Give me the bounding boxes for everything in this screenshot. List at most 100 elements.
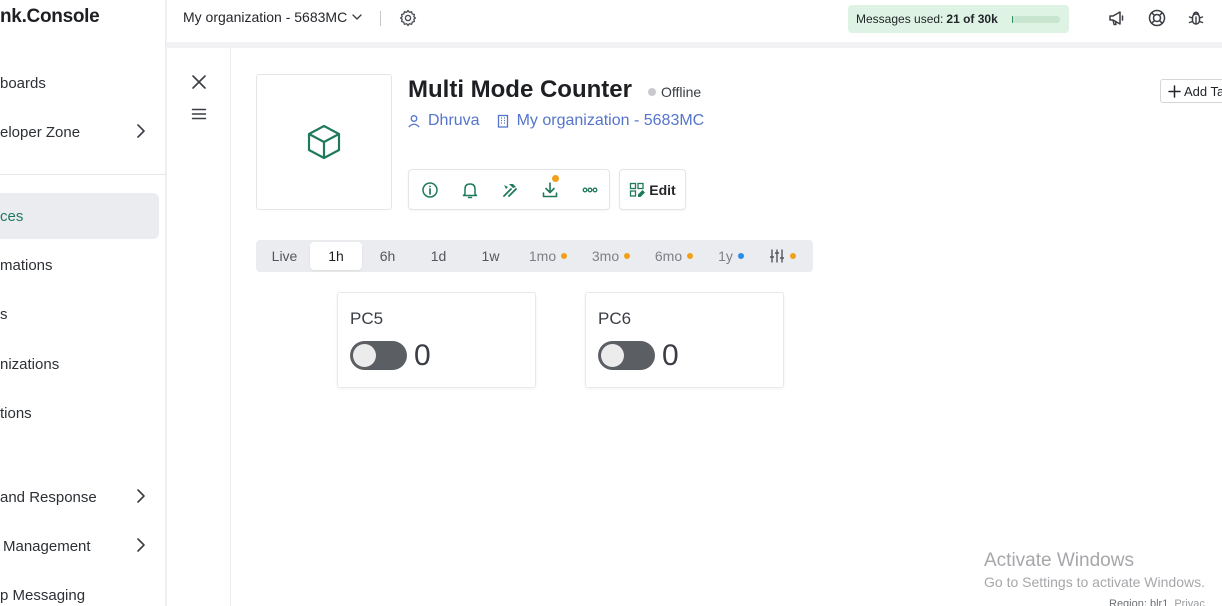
chevron-down-icon <box>352 14 362 20</box>
widget-pc6: PC6 0 <box>585 292 784 388</box>
device-status: Offline <box>648 84 701 100</box>
status-dot <box>648 88 656 96</box>
cube-icon <box>307 124 341 160</box>
lifebuoy-icon[interactable] <box>1147 8 1167 28</box>
widget-title: PC5 <box>350 309 384 328</box>
add-tag-button[interactable]: Add Ta <box>1160 79 1222 103</box>
tab-custom-range[interactable] <box>762 242 802 270</box>
widget-title: PC6 <box>598 309 632 328</box>
tab-label: 1h <box>328 248 344 264</box>
plus-icon <box>1168 84 1181 98</box>
messages-progress-bar <box>1012 16 1060 23</box>
sidebar-item-users[interactable]: s <box>0 291 159 337</box>
device-owner-link[interactable]: Dhruva <box>407 112 480 130</box>
tools-icon[interactable] <box>500 180 520 200</box>
tab-1d[interactable]: 1d <box>416 242 461 270</box>
gear-icon[interactable] <box>398 8 418 28</box>
sidebar-item-developer-zone[interactable]: eloper Zone <box>0 109 159 155</box>
sidebar-item-command-and-response[interactable]: and Response <box>0 474 159 520</box>
time-range-tabs: Live 1h 6h 1d 1w 1mo 3mo 6mo 1y <box>256 240 813 272</box>
device-toolbar <box>408 169 610 210</box>
tab-label: 6h <box>379 248 396 264</box>
toggle-switch[interactable] <box>598 341 655 370</box>
bug-icon[interactable] <box>1186 8 1206 28</box>
tab-label: 3mo <box>591 248 620 264</box>
tab-1h[interactable]: 1h <box>310 242 362 270</box>
tab-1y[interactable]: 1y <box>711 242 751 270</box>
org-selector[interactable]: My organization - 5683MC <box>183 9 363 25</box>
tab-6h[interactable]: 6h <box>365 242 410 270</box>
messages-value: 21 of 30k <box>946 12 998 26</box>
device-title: Multi Mode Counter <box>408 76 632 103</box>
sidebar-item-organizations[interactable]: nizations <box>0 341 159 387</box>
sidebar-item-devices[interactable]: ces <box>0 193 159 239</box>
tab-label: 1w <box>481 248 500 264</box>
toggle-knob <box>353 344 376 367</box>
watermark-subtitle: Go to Settings to activate Windows. <box>984 574 1205 590</box>
tab-label: Live <box>271 248 298 264</box>
building-icon <box>497 114 508 128</box>
toggle-switch[interactable] <box>350 341 407 370</box>
bell-icon[interactable] <box>460 180 480 200</box>
sidebar-item-automations[interactable]: mations <box>0 242 159 288</box>
watermark-title: Activate Windows <box>984 550 1134 571</box>
menu-icon[interactable] <box>189 104 209 124</box>
tab-3mo[interactable]: 3mo <box>585 242 637 270</box>
sidebar-item-dashboards[interactable]: boards <box>0 60 159 106</box>
sidebar-item-label: nizations <box>0 355 60 373</box>
sidebar-item-label: Management <box>3 537 91 555</box>
sidebar-item-messaging[interactable]: p Messaging <box>0 572 159 606</box>
tab-live[interactable]: Live <box>262 242 307 270</box>
tab-1w[interactable]: 1w <box>468 242 513 270</box>
device-thumbnail[interactable] <box>256 74 392 210</box>
chevron-right-icon <box>137 489 145 503</box>
side-rail <box>167 48 231 606</box>
close-icon[interactable] <box>189 72 209 92</box>
org-link-label: My organization - 5683MC <box>516 112 705 129</box>
sidebar-item-label: mations <box>0 256 53 274</box>
brand-logo: nk.Console <box>0 6 100 27</box>
sidebar-item-label: tions <box>0 404 32 422</box>
widget-pc5: PC5 0 <box>337 292 536 388</box>
tab-1mo[interactable]: 1mo <box>522 242 574 270</box>
tab-6mo[interactable]: 6mo <box>648 242 700 270</box>
megaphone-icon[interactable] <box>1107 8 1127 28</box>
tab-badge-dot <box>789 253 796 259</box>
tab-badge-dot <box>737 253 744 259</box>
region-footer: Region: blr1 Privac <box>1109 598 1205 606</box>
header-separator <box>380 11 381 26</box>
tab-label: 1d <box>430 248 447 264</box>
device-org-link[interactable]: My organization - 5683MC <box>496 112 705 130</box>
sidebar-item-label: ces <box>0 207 24 225</box>
more-icon[interactable] <box>580 180 600 200</box>
privacy-link[interactable]: Privac <box>1174 598 1205 606</box>
tab-badge-dot <box>561 253 568 259</box>
activate-windows-watermark: Activate Windows Go to Settings to activ… <box>984 550 1205 590</box>
status-label: Offline <box>661 84 702 100</box>
user-icon <box>408 115 420 128</box>
messages-label: Messages used: <box>856 12 944 26</box>
info-icon[interactable] <box>420 180 440 200</box>
sidebar-item-label: eloper Zone <box>0 123 81 141</box>
sidebar-item-label: s <box>0 305 8 323</box>
download-icon[interactable] <box>540 180 560 200</box>
sidebar-item-label: boards <box>0 74 46 92</box>
sidebar-item-locations[interactable]: tions <box>0 390 159 436</box>
tab-badge-dot <box>624 253 631 259</box>
messages-usage-pill[interactable]: Messages used: 21 of 30k <box>848 5 1069 33</box>
widget-value: 0 <box>662 339 679 372</box>
sidebar-divider <box>0 174 166 175</box>
org-name: My organization - 5683MC <box>183 9 348 25</box>
edit-grid-icon <box>630 182 646 197</box>
tab-badge-dot <box>687 253 694 259</box>
owner-name: Dhruva <box>428 112 480 129</box>
download-badge <box>552 175 559 182</box>
edit-button[interactable]: Edit <box>619 169 686 210</box>
widget-value: 0 <box>414 339 431 372</box>
toggle-knob <box>601 344 624 367</box>
add-tag-label: Add Ta <box>1184 83 1222 99</box>
tab-label: 6mo <box>654 248 683 264</box>
sidebar-item-management[interactable]: Management <box>0 523 159 569</box>
tab-label: 1mo <box>528 248 557 264</box>
sliders-icon <box>769 249 784 263</box>
